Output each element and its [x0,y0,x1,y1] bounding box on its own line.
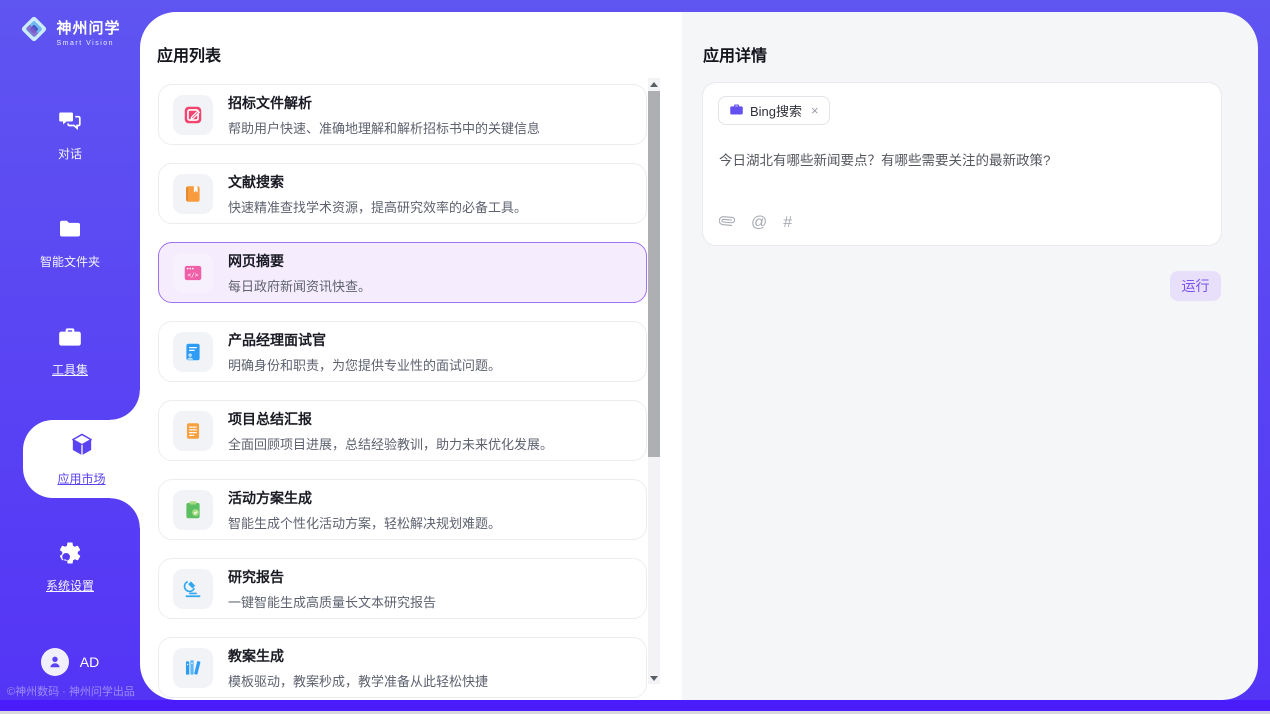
sidebar-item-label: 工具集 [52,361,88,378]
scroll-up-icon[interactable] [648,79,660,89]
plan-check-icon [173,490,213,530]
app-detail-title: 应用详情 [703,42,767,66]
sidebar-item-label: 智能文件夹 [40,253,100,270]
svg-text:</>: </> [188,272,199,279]
app-card-title: 招标文件解析 [228,93,540,113]
report-doc-icon [173,411,213,451]
app-list: 招标文件解析帮助用户快速、准确地理解和解析招标书中的关键信息文献搜索快速精准查找… [158,84,647,700]
app-card-title: 项目总结汇报 [228,409,553,429]
tool-tag-bing-search[interactable]: Bing搜索 × [718,96,830,125]
gear-icon [57,540,83,569]
scroll-down-icon[interactable] [648,673,660,683]
sidebar-item-settings[interactable]: 系统设置 [0,528,140,606]
sidebar-item-label: 对话 [58,145,82,162]
app-card[interactable]: </> 网页摘要每日政府新闻资讯快查。 [158,242,647,303]
app-card[interactable]: 文献搜索快速精准查找学术资源，提高研究效率的必备工具。 [158,163,647,224]
tool-tag-label: Bing搜索 [750,101,802,120]
run-button[interactable]: 运行 [1170,271,1221,301]
user-row[interactable]: AD [0,648,140,676]
folder-icon [57,216,83,245]
app-card[interactable]: 招标文件解析帮助用户快速、准确地理解和解析招标书中的关键信息 [158,84,647,145]
user-avatar-icon [41,648,69,676]
interview-doc-icon [173,332,213,372]
app-card-description: 帮助用户快速、准确地理解和解析招标书中的关键信息 [228,118,540,137]
app-list-title: 应用列表 [157,42,221,66]
sidebar-item-label: 应用市场 [57,470,105,487]
app-card-title: 教案生成 [228,646,488,666]
app-card-title: 文献搜索 [228,172,527,192]
app-card-description: 一键智能生成高质量长文本研究报告 [228,592,436,611]
app-card[interactable]: 教案生成模板驱动，教案秒成，教学准备从此轻松快捷 [158,637,647,698]
app-card-description: 快速精准查找学术资源，提高研究效率的必备工具。 [228,197,527,216]
prompt-card: Bing搜索 × 今日湖北有哪些新闻要点？有哪些需要关注的最新政策? @ # [702,82,1222,246]
app-card-description: 每日政府新闻资讯快查。 [228,276,371,295]
scrollbar[interactable] [648,78,660,684]
app-card-title: 网页摘要 [228,251,371,271]
pencil-square-icon [173,95,213,135]
books-icon [173,648,213,688]
at-mention-icon[interactable]: @ [751,215,767,231]
tag-close-icon[interactable]: × [811,103,819,118]
copyright-text: ©神州数码 · 神州问学出品 [7,683,135,699]
sidebar-item-chat[interactable]: 对话 [0,96,140,174]
attachment-toolbar: @ # [719,213,792,233]
chat-icon [57,108,83,137]
app-card[interactable]: 产品经理面试官明确身份和职责，为您提供专业性的面试问题。 [158,321,647,382]
brand-name: 神州问学 [56,17,120,38]
app-list-panel: 应用列表 招标文件解析帮助用户快速、准确地理解和解析招标书中的关键信息文献搜索快… [140,12,682,700]
paperclip-icon[interactable] [719,213,735,233]
microscope-icon [173,569,213,609]
app-card[interactable]: 研究报告一键智能生成高质量长文本研究报告 [158,558,647,619]
sidebar-nav: 对话智能文件夹工具集应用市场系统设置 [0,96,140,636]
app-card-description: 模板驱动，教案秒成，教学准备从此轻松快捷 [228,671,488,690]
app-card-description: 明确身份和职责，为您提供专业性的面试问题。 [228,355,501,374]
sidebar-item-toolset[interactable]: 工具集 [0,312,140,390]
app-card-description: 智能生成个性化活动方案，轻松解决规划难题。 [228,513,501,532]
hash-icon[interactable]: # [783,215,792,231]
app-card-title: 活动方案生成 [228,488,501,508]
brand-logo: 神州问学 Smart Vision [0,14,140,49]
brand-subtitle: Smart Vision [56,40,120,47]
app-card[interactable]: 活动方案生成智能生成个性化活动方案，轻松解决规划难题。 [158,479,647,540]
app-detail-panel: 应用详情 Bing搜索 × 今日湖北有哪些新闻要点？有哪些需要关注的最新政策? … [682,12,1258,700]
sidebar-item-smart-folder[interactable]: 智能文件夹 [0,204,140,282]
brand-diamond-icon [19,14,49,49]
webpage-code-icon: </> [173,253,213,293]
book-icon [173,174,213,214]
user-name: AD [80,654,99,670]
query-input[interactable]: 今日湖北有哪些新闻要点？有哪些需要关注的最新政策? [719,151,1205,171]
sidebar-item-label: 系统设置 [46,577,94,594]
bottom-bar [0,700,1270,711]
app-card[interactable]: 项目总结汇报全面回顾项目进展，总结经验教训，助力未来优化发展。 [158,400,647,461]
scrollbar-thumb[interactable] [648,91,660,457]
sidebar: 神州问学 Smart Vision 对话智能文件夹工具集应用市场系统设置 AD … [0,0,140,714]
app-card-title: 产品经理面试官 [228,330,501,350]
briefcase-icon [57,324,83,353]
app-window: { "colors": { "accent": "#5A43F0", "side… [0,0,1270,714]
briefcase-icon [729,102,744,120]
app-card-description: 全面回顾项目进展，总结经验教训，助力未来优化发展。 [228,434,553,453]
content-area: 应用列表 招标文件解析帮助用户快速、准确地理解和解析招标书中的关键信息文献搜索快… [140,12,1258,700]
cube-icon [68,431,96,462]
sidebar-item-app-market[interactable]: 应用市场 [23,420,140,498]
app-card-title: 研究报告 [228,567,436,587]
